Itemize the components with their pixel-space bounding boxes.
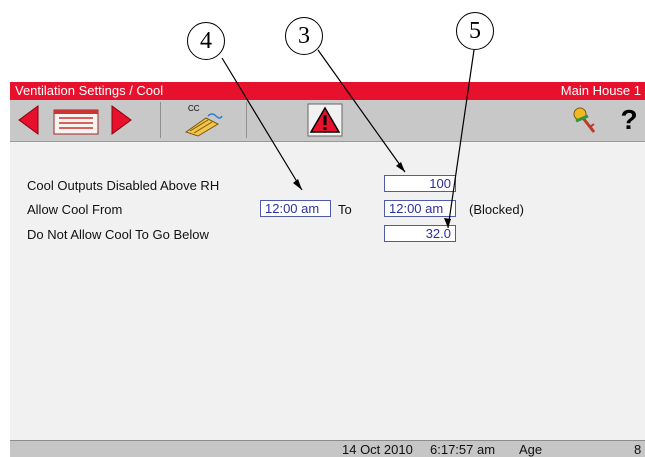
blocked-label: (Blocked) <box>469 202 524 217</box>
key-icon[interactable] <box>570 102 600 138</box>
callout-5: 5 <box>456 12 494 50</box>
alarm-icon[interactable] <box>307 102 343 138</box>
screen-title: Ventilation Settings / Cool <box>15 83 164 98</box>
forward-arrow-icon[interactable] <box>108 102 134 138</box>
status-bar: 14 Oct 2010 6:17:57 am Age 8 <box>10 440 645 457</box>
status-age-value: 8 <box>634 442 642 457</box>
cc-label: CC <box>188 104 200 113</box>
house-name: Main House 1 <box>560 83 641 98</box>
min-temp-input[interactable]: 32.0 <box>384 225 456 242</box>
menu-list-icon[interactable] <box>52 102 102 138</box>
status-time: 6:17:57 am <box>430 442 496 457</box>
allow-cool-label: Allow Cool From <box>27 202 123 217</box>
callout-3: 3 <box>285 17 323 55</box>
toolbar-divider <box>246 102 247 138</box>
callout-4: 4 <box>187 22 225 60</box>
min-temp-label: Do Not Allow Cool To Go Below <box>27 227 209 242</box>
cool-cell-icon <box>184 113 223 137</box>
allow-from-input[interactable]: 12:00 am <box>260 200 331 217</box>
allow-to-input[interactable]: 12:00 am <box>384 200 456 217</box>
to-label: To <box>338 202 352 217</box>
cool-cell-button[interactable]: CC <box>178 102 224 138</box>
status-age-label: Age <box>519 442 543 457</box>
rh-label: Cool Outputs Disabled Above RH <box>27 178 220 193</box>
help-button[interactable]: ? <box>617 102 641 138</box>
back-arrow-icon[interactable] <box>16 102 42 138</box>
title-bar: Ventilation Settings / Cool Main House 1 <box>10 82 645 100</box>
screen: Ventilation Settings / Cool Main House 1… <box>10 82 645 457</box>
status-date: 14 Oct 2010 <box>342 442 413 457</box>
toolbar-divider <box>160 102 161 138</box>
toolbar: CC ? <box>10 100 645 142</box>
rh-input[interactable]: 100 <box>384 175 456 192</box>
